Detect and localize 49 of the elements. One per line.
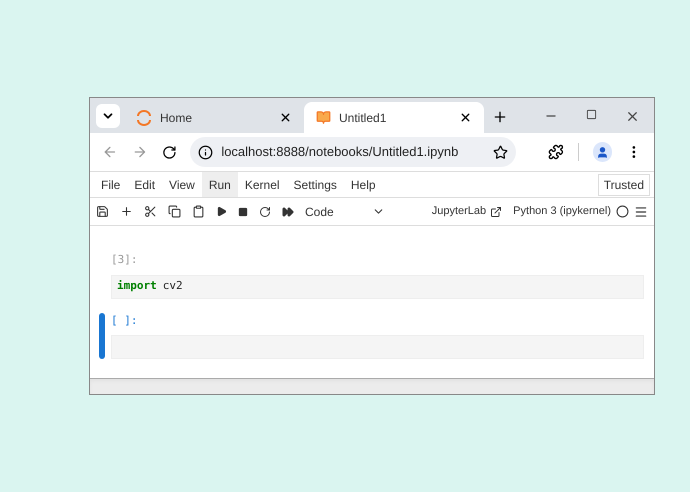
menu-item[interactable]: Help xyxy=(344,172,383,197)
bookmark-star-icon[interactable] xyxy=(492,144,508,160)
save-icon[interactable] xyxy=(96,205,109,218)
menu-item[interactable]: Run xyxy=(202,172,238,197)
tab-title: Home xyxy=(160,110,194,126)
restart-icon[interactable] xyxy=(259,206,271,218)
kernel-status-icon xyxy=(616,205,629,218)
menu-icon[interactable] xyxy=(634,204,648,218)
jupyter-logo-icon xyxy=(136,110,152,126)
code-text: cv2 xyxy=(162,278,183,294)
paste-icon[interactable] xyxy=(192,205,205,218)
code-keyword: import xyxy=(117,278,157,294)
jupyterlab-link[interactable]: JupyterLab xyxy=(432,203,486,220)
trusted-badge[interactable]: Trusted xyxy=(598,174,650,196)
code-cell-input[interactable]: import cv2 xyxy=(111,274,644,298)
browser-tab[interactable]: Untitled1 xyxy=(304,102,484,133)
cell-type-dropdown[interactable]: Code xyxy=(305,202,385,220)
menu-item[interactable]: File xyxy=(94,172,128,197)
tab-search-button[interactable] xyxy=(96,104,120,128)
cell-prompt: [3]: xyxy=(111,252,138,268)
kernel-name[interactable]: Python 3 (ipykernel) xyxy=(513,203,611,220)
external-link-icon xyxy=(490,206,502,218)
browser-tab[interactable]: Home xyxy=(124,102,304,133)
reload-icon[interactable] xyxy=(162,144,176,160)
new-tab-icon[interactable] xyxy=(492,109,508,125)
menu-item[interactable]: View xyxy=(162,172,202,197)
url-text: localhost:8888/notebooks/Untitled1.ipynb xyxy=(221,143,460,162)
cut-icon[interactable] xyxy=(144,205,157,218)
menu-item[interactable]: Settings xyxy=(286,172,344,197)
menu-item[interactable]: Edit xyxy=(127,172,162,197)
close-icon[interactable] xyxy=(459,111,472,124)
forward-icon[interactable] xyxy=(132,144,148,160)
close-icon[interactable] xyxy=(625,109,640,124)
cell-prompt: [ ]: xyxy=(111,312,138,328)
maximize-icon[interactable] xyxy=(586,109,597,120)
stop-icon[interactable] xyxy=(238,206,248,216)
address-bar[interactable]: localhost:8888/notebooks/Untitled1.ipynb xyxy=(190,137,516,167)
back-icon[interactable] xyxy=(102,144,118,160)
copy-icon[interactable] xyxy=(168,205,181,218)
extensions-icon[interactable] xyxy=(548,144,564,160)
profile-avatar[interactable] xyxy=(592,142,612,162)
tab-title: Untitled1 xyxy=(339,110,388,126)
add-cell-icon[interactable] xyxy=(120,205,133,218)
info-icon xyxy=(198,144,214,160)
run-icon[interactable] xyxy=(216,206,227,217)
menu-item[interactable]: Kernel xyxy=(238,172,287,197)
close-icon[interactable] xyxy=(279,111,292,124)
fast-forward-icon[interactable] xyxy=(282,206,294,218)
book-icon xyxy=(316,110,331,125)
